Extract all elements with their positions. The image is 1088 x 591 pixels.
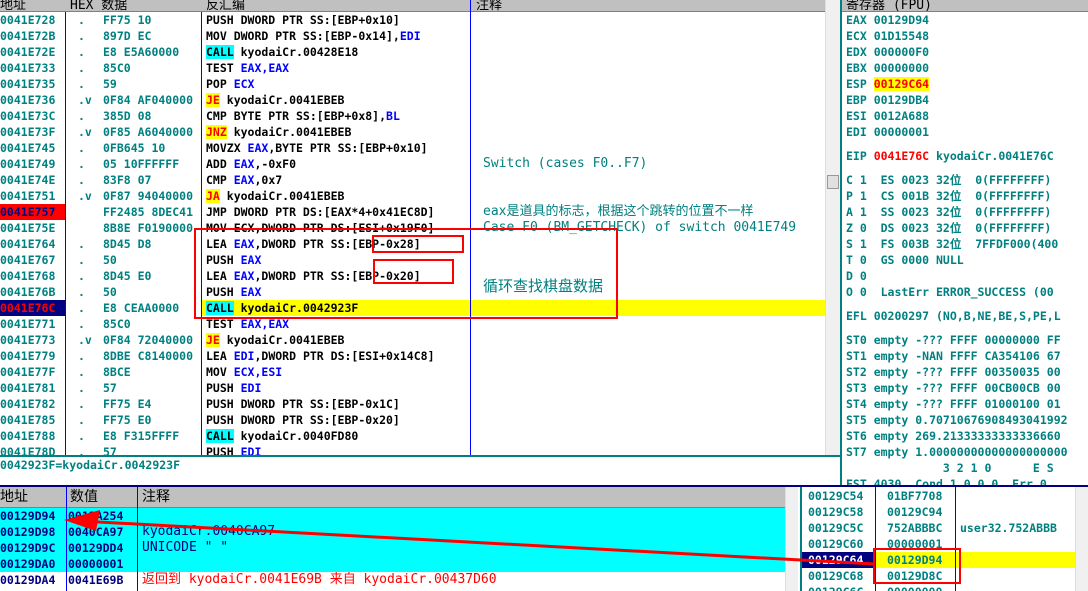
annotation-arrow — [64, 510, 876, 566]
